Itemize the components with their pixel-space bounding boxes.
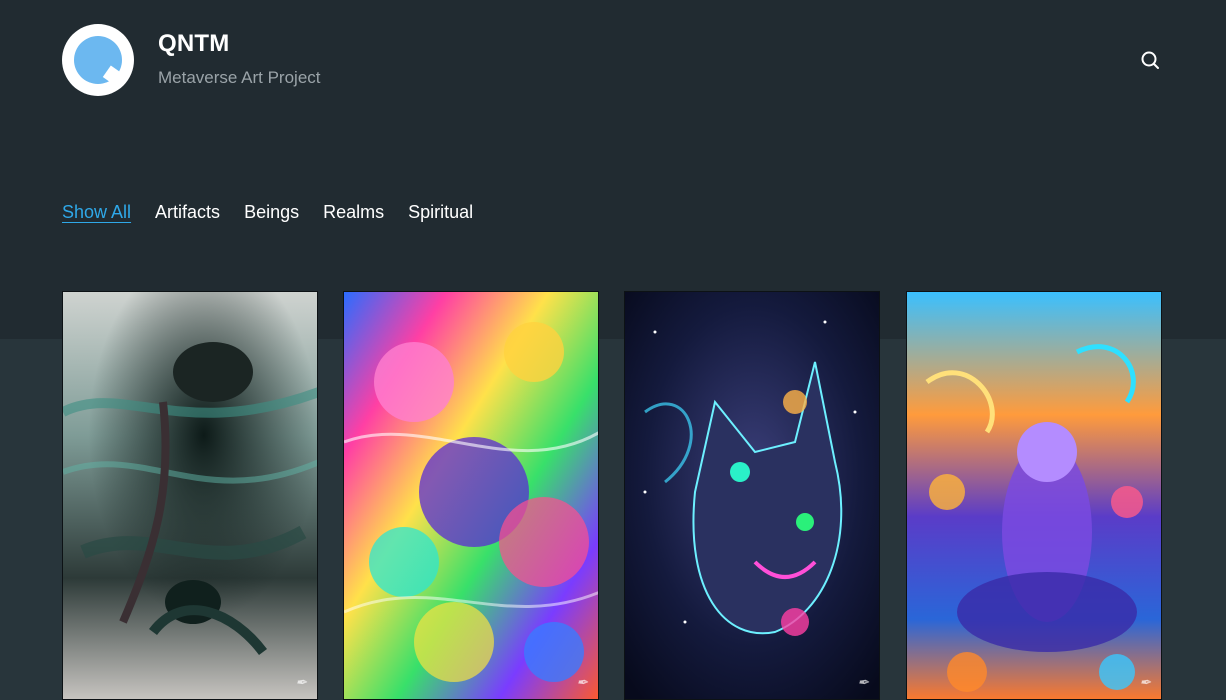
- site-logo[interactable]: [62, 24, 134, 96]
- gallery-item[interactable]: ✒: [62, 291, 318, 700]
- gallery-item[interactable]: ✒: [343, 291, 599, 700]
- artwork-psychedelic-abstract: [344, 292, 598, 699]
- artwork-ocean-being: [907, 292, 1161, 699]
- gallery-item[interactable]: ✒: [906, 291, 1162, 700]
- filter-beings[interactable]: Beings: [244, 202, 299, 225]
- search-button[interactable]: [1138, 48, 1162, 72]
- artist-signature: ✒: [295, 675, 307, 691]
- filter-artifacts[interactable]: Artifacts: [155, 202, 220, 225]
- artwork-cosmic-cat: [625, 292, 879, 699]
- filter-nav: Show All Artifacts Beings Realms Spiritu…: [62, 202, 497, 225]
- search-icon: [1141, 51, 1159, 69]
- artist-signature: ✒: [1139, 675, 1151, 691]
- site-title[interactable]: QNTM: [158, 30, 229, 58]
- filter-show-all[interactable]: Show All: [62, 202, 131, 225]
- artist-signature: ✒: [576, 675, 588, 691]
- gallery-item[interactable]: ✒: [624, 291, 880, 700]
- artist-signature: ✒: [857, 675, 869, 691]
- filter-realms[interactable]: Realms: [323, 202, 384, 225]
- filter-spiritual[interactable]: Spiritual: [408, 202, 473, 225]
- artwork-creature-smoke: [63, 292, 317, 699]
- site-tagline: Metaverse Art Project: [158, 68, 321, 87]
